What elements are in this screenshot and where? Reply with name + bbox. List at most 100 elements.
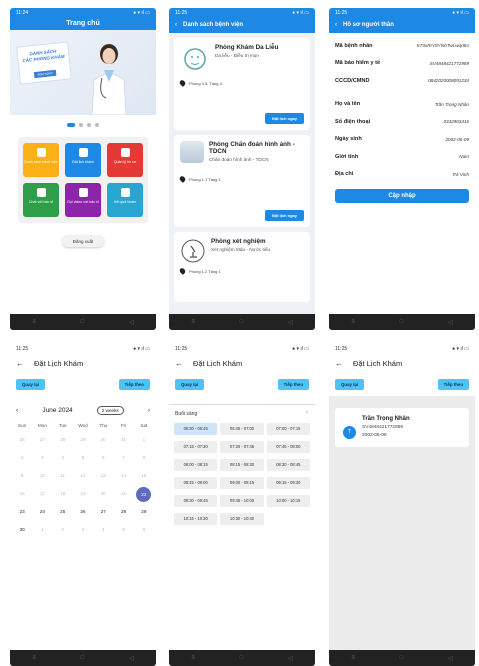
calendar-day[interactable]: 7 xyxy=(113,449,133,467)
calendar-day[interactable]: 3 xyxy=(32,449,52,467)
calendar-day[interactable]: 2 xyxy=(12,449,32,467)
calendar-day[interactable]: 9 xyxy=(12,467,32,485)
menu-icon[interactable]: ≡ xyxy=(191,319,195,325)
calendar-day[interactable]: 29 xyxy=(73,431,93,449)
calendar-day[interactable]: 8 xyxy=(134,449,154,467)
time-slot[interactable]: 06:30 - 06:45 xyxy=(174,423,218,435)
calendar-day[interactable]: 2 xyxy=(53,521,73,539)
back-icon[interactable]: ◁ xyxy=(448,319,453,326)
time-slot[interactable]: 07:15 - 07:30 xyxy=(174,441,218,453)
calendar-day[interactable]: 24 xyxy=(32,503,52,521)
home-icon[interactable]: □ xyxy=(81,655,85,661)
calendar-day[interactable]: 29 xyxy=(134,503,154,521)
calendar-day[interactable]: 30 xyxy=(93,431,113,449)
time-slot[interactable]: 09:45 - 10:00 xyxy=(220,495,264,507)
back-button[interactable]: Quay lại xyxy=(335,379,365,390)
home-icon[interactable]: □ xyxy=(400,655,404,661)
calendar-format-toggle[interactable]: 2 weeks xyxy=(96,406,124,415)
back-icon[interactable]: ◁ xyxy=(129,655,134,662)
next-button[interactable]: Tiếp theo xyxy=(277,379,309,390)
tile-chat-doctor[interactable]: Chat với bác sĩ xyxy=(23,183,59,217)
time-slot[interactable]: 10:30 - 10:40 xyxy=(220,513,264,525)
clinic-card[interactable]: Phòng Chẩn đoán hình ảnh - TDCN Chẩn đoá… xyxy=(174,135,310,227)
chevron-left-icon[interactable]: ‹ xyxy=(335,22,337,28)
carousel-dot[interactable] xyxy=(87,123,91,127)
carousel-dot[interactable] xyxy=(95,123,99,127)
calendar-day[interactable]: 1 xyxy=(32,521,52,539)
menu-icon[interactable]: ≡ xyxy=(351,655,355,661)
calendar-day[interactable]: 4 xyxy=(93,521,113,539)
time-slot[interactable]: 07:45 - 08:00 xyxy=(266,441,310,453)
patient-card[interactable]: T Trần Trọng Nhân SV4848421772989 2002-0… xyxy=(335,408,469,447)
chevron-left-icon[interactable]: ‹ xyxy=(175,22,177,28)
tile-video-call[interactable]: Gọi video với bác sĩ xyxy=(65,183,101,217)
chevron-right-icon[interactable]: › xyxy=(148,407,150,414)
menu-icon[interactable]: ≡ xyxy=(191,655,195,661)
promo-banner[interactable]: DANH SÁCH CÁC PHÒNG KHÁM XEM NGAY xyxy=(10,30,156,115)
book-now-button[interactable]: Đặt lịch ngay xyxy=(265,113,304,124)
calendar-day[interactable]: 16 xyxy=(12,485,32,503)
home-icon[interactable]: □ xyxy=(240,655,244,661)
carousel-dot[interactable] xyxy=(67,123,75,127)
menu-icon[interactable]: ≡ xyxy=(351,319,355,325)
calendar-day[interactable]: 27 xyxy=(32,431,52,449)
back-icon[interactable]: ◁ xyxy=(288,319,293,326)
back-button[interactable]: Quay lại xyxy=(16,379,46,390)
calendar-day[interactable]: 14 xyxy=(113,467,133,485)
calendar-day[interactable]: 28 xyxy=(113,503,133,521)
calendar-day[interactable]: 5 xyxy=(113,521,133,539)
calendar-day[interactable]: 5 xyxy=(73,449,93,467)
home-icon[interactable]: □ xyxy=(240,319,244,325)
calendar-day[interactable]: 13 xyxy=(93,467,113,485)
menu-icon[interactable]: ≡ xyxy=(32,319,36,325)
time-slot[interactable]: 09:15 - 09:30 xyxy=(266,477,310,489)
calendar-day[interactable]: 1 xyxy=(134,431,154,449)
back-icon[interactable]: ◁ xyxy=(448,655,453,662)
book-now-button[interactable]: Đặt lịch ngay xyxy=(265,210,304,221)
update-button[interactable]: Cập nhập xyxy=(335,189,469,203)
calendar-day[interactable]: 19 xyxy=(73,485,93,503)
back-icon[interactable]: ◁ xyxy=(288,655,293,662)
time-slot[interactable]: 08:15 - 08:30 xyxy=(220,459,264,471)
back-button[interactable]: Quay lại xyxy=(175,379,205,390)
calendar-day[interactable]: 28 xyxy=(53,431,73,449)
chevron-left-icon[interactable]: ‹ xyxy=(16,407,18,414)
calendar-day[interactable]: 18 xyxy=(53,485,73,503)
next-button[interactable]: Tiếp theo xyxy=(437,379,469,390)
calendar-day[interactable]: 26 xyxy=(73,503,93,521)
time-slot[interactable]: 07:30 - 07:45 xyxy=(220,441,264,453)
menu-icon[interactable]: ≡ xyxy=(32,655,36,661)
calendar-day[interactable]: 31 xyxy=(113,431,133,449)
time-slot[interactable]: 07:00 - 07:15 xyxy=(266,423,310,435)
calendar-day[interactable]: 30 xyxy=(12,521,32,539)
clinic-card[interactable]: Phòng xét nghiệm Xét nghiệm Máu - Nước t… xyxy=(174,232,310,302)
chevron-up-icon[interactable]: ⌃ xyxy=(305,411,309,417)
tile-manage-records[interactable]: Quản lý hồ sơ xyxy=(107,143,143,177)
home-icon[interactable]: □ xyxy=(400,319,404,325)
calendar-day[interactable]: 6 xyxy=(93,449,113,467)
time-slot[interactable]: 06:45 - 07:00 xyxy=(220,423,264,435)
calendar-day[interactable]: 21 xyxy=(113,485,133,503)
calendar-day[interactable]: 26 xyxy=(12,431,32,449)
calendar-day[interactable]: 10 xyxy=(32,467,52,485)
session-header[interactable]: Buổi sáng ⌃ xyxy=(169,404,315,417)
tile-book-appointment[interactable]: Đặt lịch khám xyxy=(65,143,101,177)
tile-results[interactable]: Kết quả khám xyxy=(107,183,143,217)
arrow-left-icon[interactable]: ← xyxy=(335,359,343,368)
time-slot[interactable]: 08:30 - 08:45 xyxy=(266,459,310,471)
calendar-day[interactable]: 27 xyxy=(93,503,113,521)
carousel-dot[interactable] xyxy=(79,123,83,127)
calendar-day[interactable]: 3 xyxy=(73,521,93,539)
calendar-day[interactable]: 25 xyxy=(53,503,73,521)
tile-hospital-list[interactable]: Danh sách bệnh viện xyxy=(23,143,59,177)
time-slot[interactable]: 10:00 - 10:15 xyxy=(266,495,310,507)
back-icon[interactable]: ◁ xyxy=(129,319,134,326)
calendar-day[interactable]: 12 xyxy=(73,467,93,485)
home-icon[interactable]: □ xyxy=(81,319,85,325)
calendar-day[interactable]: 11 xyxy=(53,467,73,485)
calendar-day[interactable]: 4 xyxy=(53,449,73,467)
time-slot[interactable]: 10:15 - 10:30 xyxy=(174,513,218,525)
calendar-day[interactable]: 17 xyxy=(32,485,52,503)
calendar-day[interactable]: 23 xyxy=(12,503,32,521)
time-slot[interactable]: 09:30 - 09:45 xyxy=(174,495,218,507)
